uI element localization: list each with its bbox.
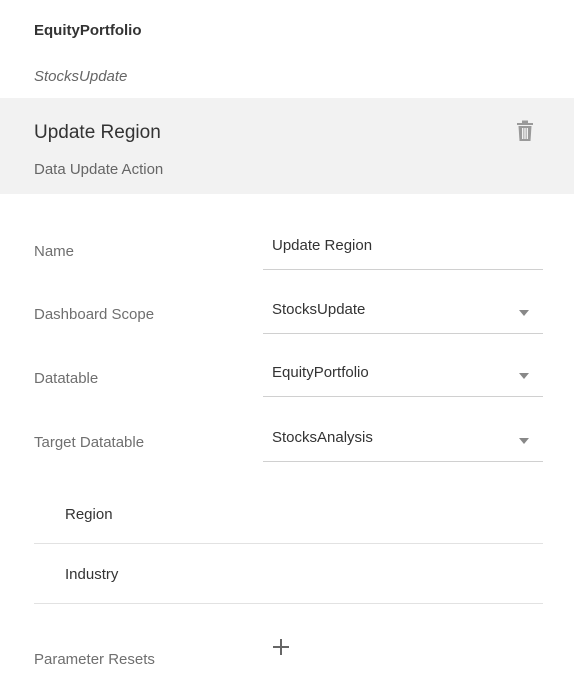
list-item-label: Region <box>65 506 113 523</box>
action-header-panel: Update Region Data Update Action <box>0 98 574 194</box>
name-label: Name <box>34 243 75 260</box>
target-datatable-label: Target Datatable <box>34 434 145 451</box>
datatable-label: Datatable <box>34 370 99 387</box>
target-datatable-select[interactable]: StocksAnalysis <box>263 426 543 462</box>
datatable-select[interactable]: EquityPortfolio <box>263 361 543 397</box>
chevron-down-icon <box>519 310 529 316</box>
action-type: Data Update Action <box>34 161 164 178</box>
dashboard-scope-value: StocksUpdate <box>272 301 366 318</box>
target-datatable-value: StocksAnalysis <box>272 429 373 446</box>
action-title: Update Region <box>34 122 161 143</box>
name-value: Update Region <box>272 237 373 254</box>
list-item-label: Industry <box>65 566 119 583</box>
name-field[interactable]: Update Region <box>263 234 543 270</box>
datatable-value: EquityPortfolio <box>272 364 369 381</box>
chevron-down-icon <box>519 438 529 444</box>
parameter-resets-label: Parameter Resets <box>34 651 155 668</box>
list-item-industry[interactable]: Industry <box>34 544 543 604</box>
dashboard-scope-label: Dashboard Scope <box>34 306 155 323</box>
plus-icon[interactable] <box>271 637 291 657</box>
list-item-region[interactable]: Region <box>34 484 543 544</box>
trash-icon[interactable] <box>516 120 534 142</box>
dashboard-name: StocksUpdate <box>34 68 128 85</box>
chevron-down-icon <box>519 373 529 379</box>
datasource-name: EquityPortfolio <box>34 22 142 39</box>
header: EquityPortfolio StocksUpdate <box>0 0 574 98</box>
dashboard-scope-select[interactable]: StocksUpdate <box>263 298 543 334</box>
